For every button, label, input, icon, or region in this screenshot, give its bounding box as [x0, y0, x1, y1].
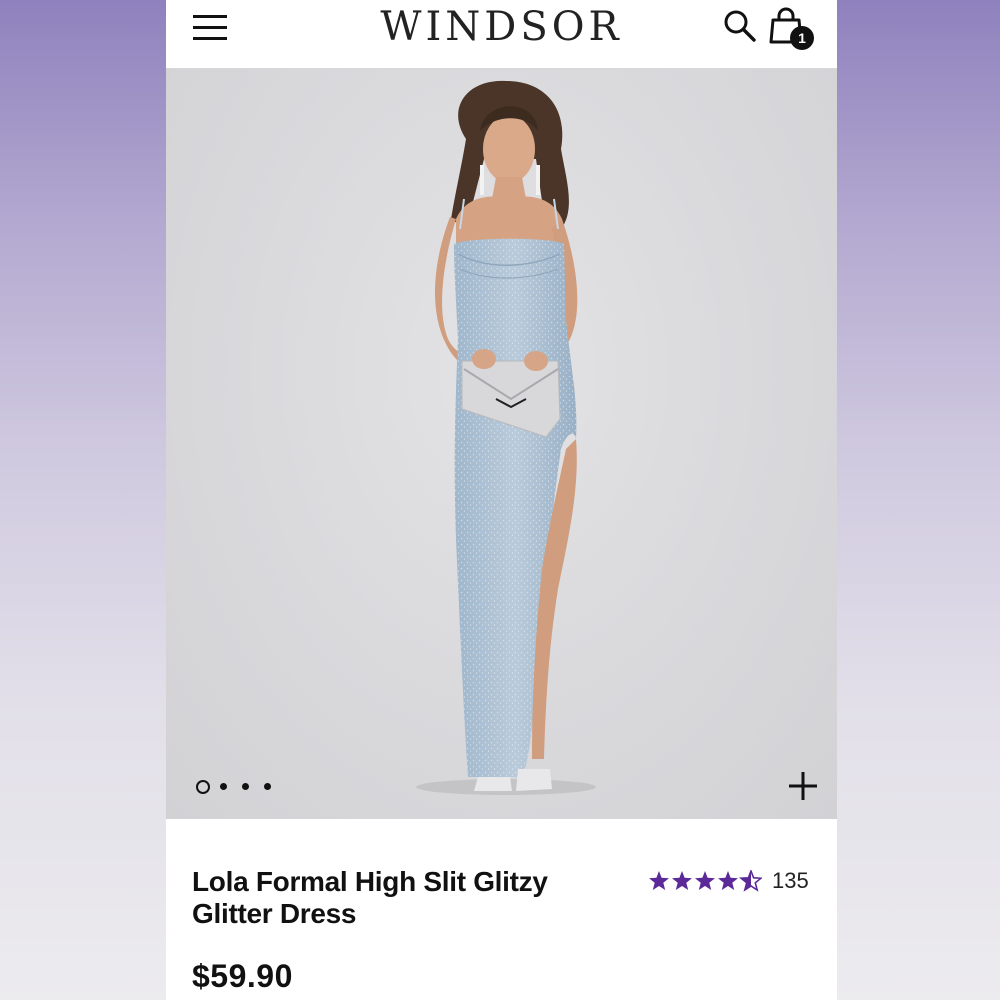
mobile-viewport: WINDSOR 1 Lola Formal High Slit Glitzy G… [166, 0, 837, 1000]
gallery-dot-2[interactable] [220, 783, 227, 790]
product-info: Lola Formal High Slit Glitzy Glitter Dre… [166, 820, 837, 1000]
product-price: $59.90 [192, 958, 293, 994]
plus-icon[interactable] [786, 769, 820, 803]
product-photo [416, 80, 596, 795]
gallery-dot-1[interactable] [196, 780, 210, 794]
product-image-gallery[interactable] [166, 69, 837, 819]
product-title: Lola Formal High Slit Glitzy Glitter Dre… [192, 866, 548, 929]
shopping-bag-button[interactable]: 1 [768, 6, 816, 50]
gallery-dot-3[interactable] [242, 783, 249, 790]
search-icon[interactable] [722, 8, 758, 44]
rating-stars-icon [649, 870, 762, 891]
cart-count-badge: 1 [790, 26, 814, 50]
review-count[interactable]: 135 [772, 868, 809, 894]
gallery-dot-4[interactable] [264, 783, 271, 790]
site-header: WINDSOR 1 [166, 0, 837, 69]
